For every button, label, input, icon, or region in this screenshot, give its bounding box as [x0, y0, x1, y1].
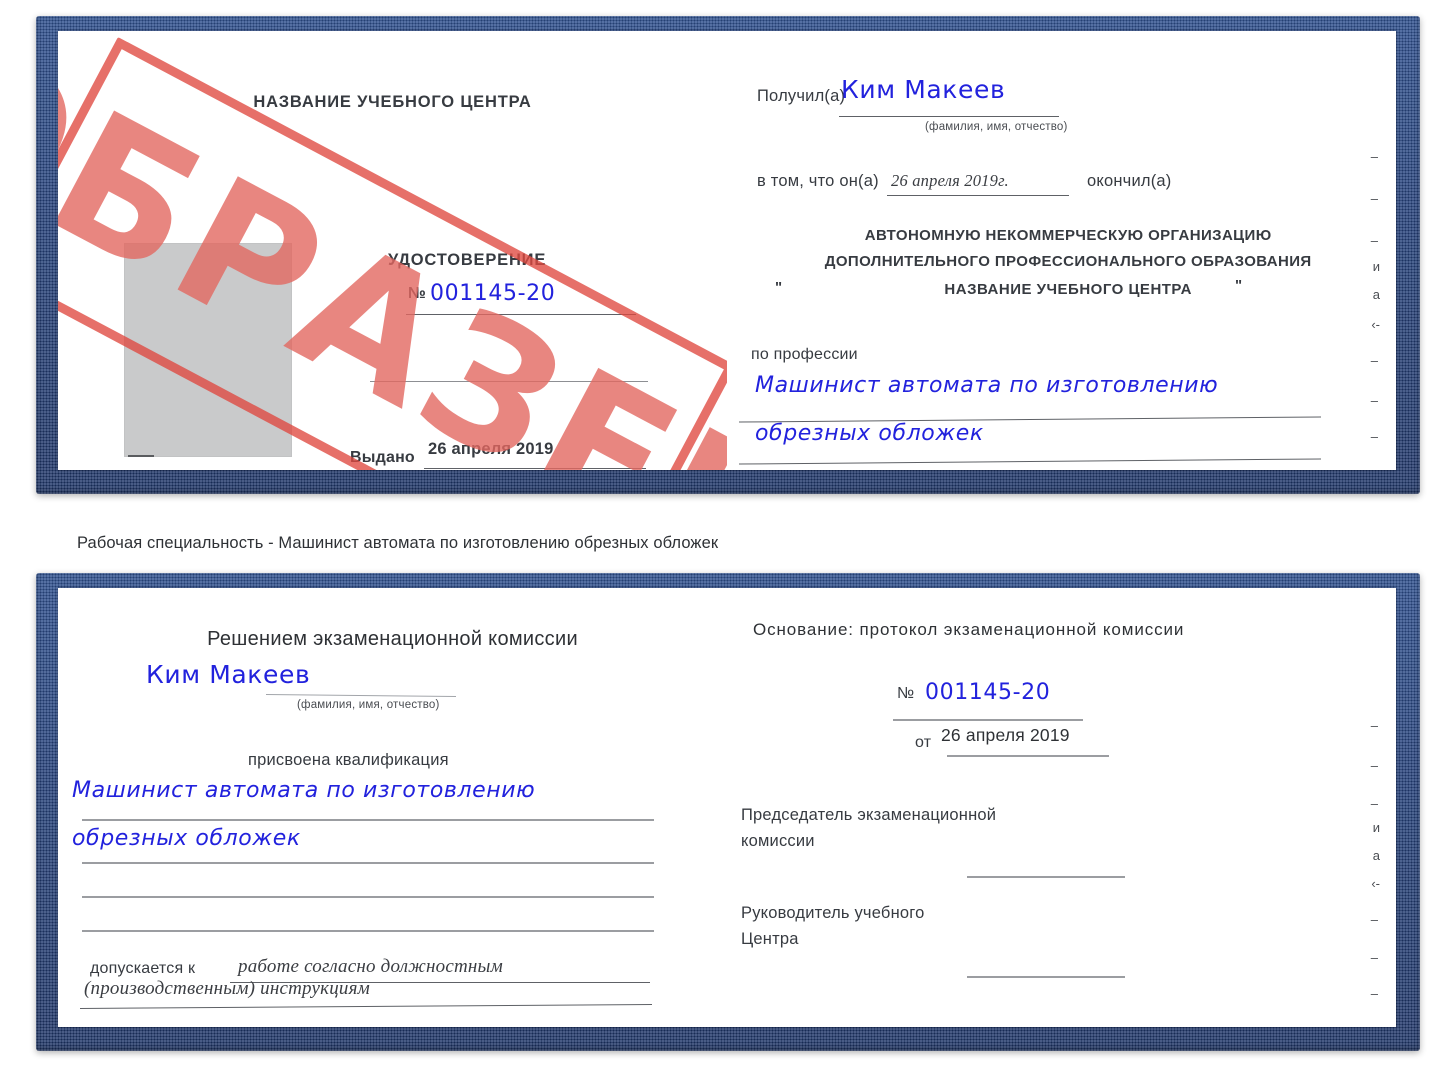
qualification-line-1: Машинист автомата по изготовлению: [72, 778, 536, 803]
edge-mark-9: –: [1370, 429, 1378, 444]
recipient-rule: [839, 116, 1059, 117]
edge-mark-3: –: [1370, 233, 1378, 248]
issue-date-rule: [424, 468, 646, 469]
graduate-name: Ким Макеев: [146, 660, 311, 689]
recipient-name: Ким Макеев: [841, 75, 1006, 104]
certificate-number-value: 001145-20: [430, 281, 556, 306]
profession-line-1: Машинист автомата по изготовлению: [755, 373, 1219, 398]
edge-mark-back-2: –: [1370, 758, 1378, 773]
edge-mark-4: и: [1372, 259, 1380, 274]
protocol-number-label: №: [897, 685, 915, 702]
admitted-label: допускается к: [90, 960, 196, 977]
edge-mark-back-7: –: [1370, 912, 1378, 927]
edge-mark-7: –: [1370, 353, 1378, 368]
profession-rule-2: [739, 458, 1321, 465]
front-right-page: Получил(а) Ким Макеев (фамилия, имя, отч…: [727, 31, 1396, 470]
issue-date-value: 26 апреля 2019: [428, 440, 554, 458]
fio-hint-front: (фамилия, имя, отчество): [925, 121, 1068, 133]
recipient-label: Получил(а): [757, 87, 846, 105]
admitted-value-line-1: работе согласно должностным: [238, 956, 503, 977]
profession-line-2: обрезных обложек: [755, 421, 984, 446]
page-caption: Рабочая специальность - Машинист автомат…: [77, 534, 719, 552]
completion-suffix-label: окончил(а): [1087, 172, 1172, 190]
edge-mark-back-5: а: [1372, 848, 1380, 863]
organization-line-1: АВТОНОМНУЮ НЕКОММЕРЧЕСКУЮ ОРГАНИЗАЦИЮ: [864, 227, 1272, 244]
head-label-line-2: Центра: [741, 930, 799, 948]
organization-quote-close: ": [1235, 277, 1243, 294]
qualification-rule-3: [82, 896, 654, 898]
back-right-page: Основание: протокол экзаменационной коми…: [727, 588, 1396, 1027]
edge-mark-back-1: –: [1370, 718, 1378, 733]
completion-prefix-label: в том, что он(а): [757, 172, 879, 190]
issue-date-label: Выдано: [350, 449, 415, 466]
qualification-rule-4: [82, 930, 654, 932]
chairman-label-line-1: Председатель экзаменационной: [741, 806, 997, 824]
photo-placeholder: [124, 243, 292, 457]
qualification-rule-2: [82, 862, 654, 864]
edge-mark-back-3: –: [1370, 796, 1378, 811]
basis-label: Основание: протокол экзаменационной коми…: [753, 620, 1185, 639]
organization-name: НАЗВАНИЕ УЧЕБНОГО ЦЕНТРА: [944, 281, 1192, 298]
protocol-number-value: 001145-20: [925, 680, 1051, 705]
training-center-header: НАЗВАНИЕ УЧЕБНОГО ЦЕНТРА: [253, 93, 532, 111]
head-signature-rule: [967, 976, 1125, 978]
commission-decision-title: Решением экзаменационной комиссии: [207, 628, 578, 650]
admitted-rule-2: [80, 1004, 652, 1009]
certificate-number-label: №: [408, 285, 427, 302]
graduate-name-rule: [265, 694, 457, 697]
edge-mark-back-6: ‹-: [1371, 876, 1380, 891]
profession-label: по профессии: [751, 346, 858, 363]
protocol-date-rule: [947, 755, 1109, 757]
organization-quote-open: ": [775, 279, 783, 296]
edge-mark-1: –: [1370, 149, 1378, 164]
edge-mark-back-4: и: [1372, 820, 1380, 835]
photo-underline: [128, 455, 154, 457]
completion-date-value: 26 апреля 2019г.: [891, 171, 1009, 190]
edge-mark-6: ‹-: [1371, 317, 1380, 332]
certificate-back-pages: Решением экзаменационной комиссии Ким Ма…: [58, 588, 1396, 1027]
completion-date-rule: [887, 195, 1069, 196]
organization-line-2: ДОПОЛНИТЕЛЬНОГО ПРОФЕССИОНАЛЬНОГО ОБРАЗО…: [824, 253, 1312, 270]
certificate-number-rule: [406, 314, 636, 315]
blank-rule-middle: [370, 381, 648, 382]
document-type-title: УДОСТОВЕРЕНИЕ: [388, 251, 547, 269]
certificate-front-book: НАЗВАНИЕ УЧЕБНОГО ЦЕНТРА УДОСТОВЕРЕНИЕ №…: [36, 16, 1420, 494]
admitted-value-line-2: (производственным) инструкциям: [84, 978, 370, 999]
edge-mark-back-9: –: [1370, 986, 1378, 1001]
screenshot-root: НАЗВАНИЕ УЧЕБНОГО ЦЕНТРА УДОСТОВЕРЕНИЕ №…: [0, 0, 1448, 1085]
edge-mark-back-8: –: [1370, 950, 1378, 965]
edge-mark-10: –: [1371, 465, 1378, 470]
qualification-label: присвоена квалификация: [248, 751, 449, 769]
back-left-page: Решением экзаменационной комиссии Ким Ма…: [58, 588, 727, 1027]
qualification-line-2: обрезных обложек: [72, 826, 301, 851]
qualification-rule-1: [82, 819, 654, 821]
certificate-back-book: Решением экзаменационной комиссии Ким Ма…: [36, 573, 1420, 1051]
edge-mark-8: –: [1370, 393, 1378, 408]
protocol-number-rule: [893, 719, 1083, 721]
protocol-date-value: 26 апреля 2019: [941, 725, 1070, 745]
protocol-date-label: от: [915, 734, 932, 751]
edge-mark-back-10: –: [1371, 1022, 1378, 1027]
front-left-page: НАЗВАНИЕ УЧЕБНОГО ЦЕНТРА УДОСТОВЕРЕНИЕ №…: [58, 31, 727, 470]
chairman-label-line-2: комиссии: [741, 832, 815, 850]
edge-mark-5: а: [1372, 287, 1380, 302]
certificate-front-pages: НАЗВАНИЕ УЧЕБНОГО ЦЕНТРА УДОСТОВЕРЕНИЕ №…: [58, 31, 1396, 470]
fio-hint-back: (фамилия, имя, отчество): [297, 699, 440, 711]
head-label-line-1: Руководитель учебного: [741, 904, 925, 922]
chairman-signature-rule: [967, 876, 1125, 878]
edge-mark-2: –: [1370, 191, 1378, 206]
